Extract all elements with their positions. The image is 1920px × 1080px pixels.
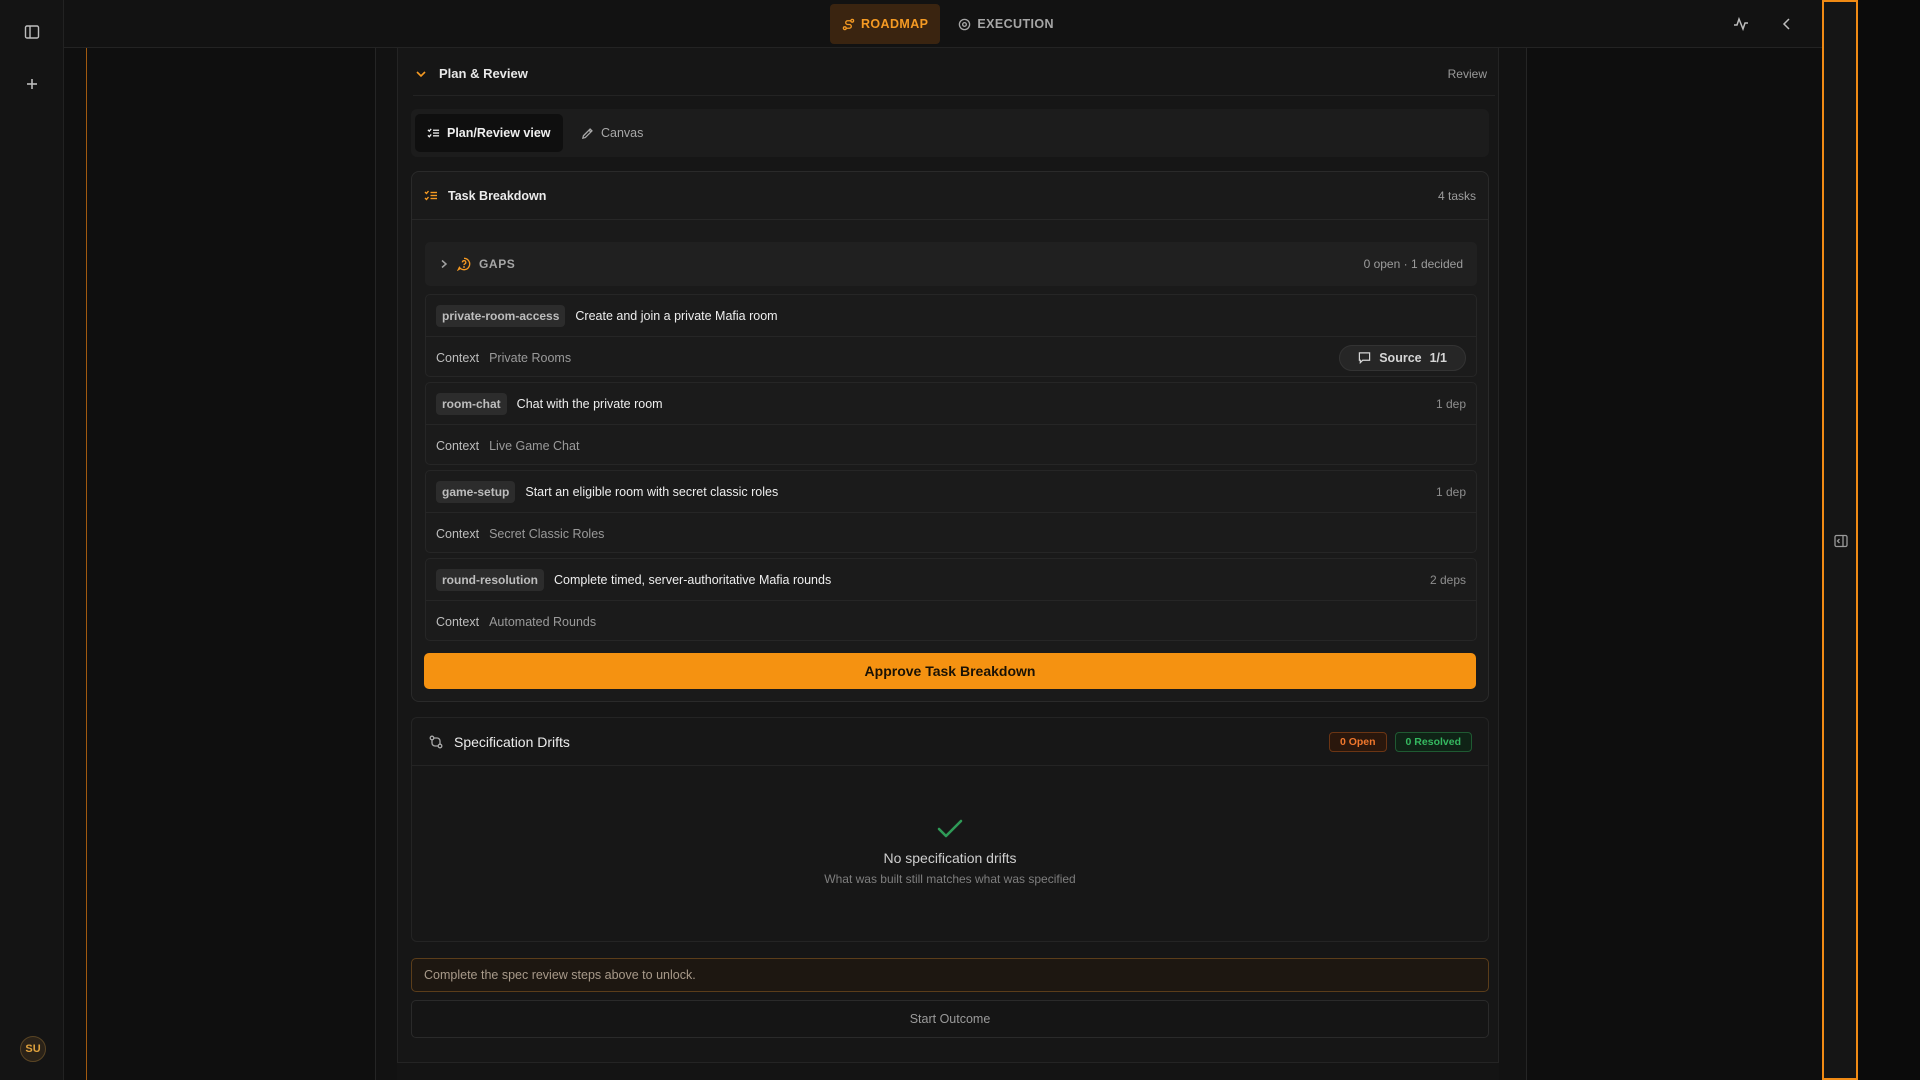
top-bar: ROADMAP EXECUTION [64, 0, 1822, 48]
context-value: Automated Rounds [489, 614, 597, 629]
approve-task-breakdown-button[interactable]: Approve Task Breakdown [424, 653, 1476, 689]
context-label: Context [436, 614, 480, 629]
gaps-label: GAPS [479, 257, 516, 271]
task-deps: 2 deps [1429, 572, 1466, 587]
source-label: Source [1379, 350, 1422, 365]
left-pane [64, 48, 375, 1080]
drifts-title: Specification Drifts [454, 733, 570, 750]
task-context-row: Context Private Rooms Source 1/1 [426, 337, 1476, 378]
panel-expand-icon[interactable] [1832, 532, 1850, 550]
task-context-row: Context Secret Classic Roles [426, 513, 1476, 554]
task-name: Chat with the private room [516, 396, 663, 411]
chevron-down-icon[interactable] [413, 66, 429, 82]
left-pane-divider [86, 48, 87, 1080]
execution-icon [958, 18, 971, 31]
task-deps: 1 dep [1435, 396, 1466, 411]
context-label: Context [436, 350, 480, 365]
plan-review-header[interactable]: Plan & Review Review [413, 52, 1495, 96]
start-outcome-button[interactable]: Start Outcome [411, 1000, 1489, 1038]
view-toggle: Plan/Review view Canvas [411, 109, 1489, 157]
git-compare-icon [428, 734, 444, 750]
task-row-header: private-room-access Create and join a pr… [426, 295, 1476, 337]
new-item-plus-icon[interactable] [16, 68, 48, 100]
task-id-pill: round-resolution [436, 568, 544, 591]
unlock-note: Complete the spec review steps above to … [411, 958, 1489, 992]
task-name: Create and join a private Mafia room [575, 308, 778, 323]
gaps-row[interactable]: GAPS 0 open · 1 decided [425, 242, 1477, 286]
specification-drifts-card: Specification Drifts 0 Open 0 Resolved N… [411, 717, 1489, 942]
comment-icon [1358, 351, 1371, 364]
empty-title: No specification drifts [883, 850, 1017, 866]
task-row-header: round-resolution Complete timed, server-… [426, 559, 1476, 601]
drifts-empty-state: No specification drifts What was built s… [412, 818, 1488, 886]
gaps-meta: 0 open · 1 decided [1363, 257, 1463, 271]
task-item-game-setup[interactable]: game-setup Start an eligible room with s… [425, 470, 1477, 553]
checklist-icon [427, 127, 440, 140]
canvas-button[interactable]: Canvas [569, 114, 655, 152]
activity-icon[interactable] [1729, 12, 1753, 36]
chevron-left-icon[interactable] [1775, 12, 1799, 36]
side-panel [1822, 0, 1858, 1080]
pencil-icon [581, 127, 594, 140]
avatar[interactable]: SU [20, 1036, 46, 1062]
next-section-edge [397, 1062, 1499, 1080]
task-deps: 1 dep [1435, 484, 1466, 499]
right-pane [1527, 48, 1822, 1080]
task-breakdown-card: Task Breakdown 4 tasks GAPS 0 open · 1 d… [411, 171, 1489, 702]
context-value: Secret Classic Roles [489, 526, 605, 541]
plan-review-view-label: Plan/Review view [447, 126, 551, 140]
task-id-pill: room-chat [436, 392, 507, 415]
context-value: Private Rooms [489, 350, 572, 365]
tab-roadmap-label: ROADMAP [861, 17, 929, 31]
sidebar-toggle-icon[interactable] [16, 16, 48, 48]
task-row-header: game-setup Start an eligible room with s… [426, 471, 1476, 513]
task-context-row: Context Live Game Chat [426, 425, 1476, 466]
tab-execution[interactable]: EXECUTION [946, 4, 1066, 44]
context-label: Context [436, 526, 480, 541]
task-item-private-room-access[interactable]: private-room-access Create and join a pr… [425, 294, 1477, 377]
drifts-header: Specification Drifts 0 Open 0 Resolved [412, 718, 1488, 766]
context-value: Live Game Chat [489, 438, 580, 453]
task-breakdown-title: Task Breakdown [448, 188, 547, 203]
tab-execution-label: EXECUTION [977, 17, 1054, 31]
far-right-area [1858, 0, 1920, 1080]
plan-review-title: Plan & Review [439, 66, 528, 81]
empty-subtitle: What was built still matches what was sp… [824, 872, 1076, 886]
task-breakdown-header: Task Breakdown 4 tasks [412, 172, 1488, 220]
resolved-badge: 0 Resolved [1394, 731, 1472, 752]
mode-tabs: ROADMAP EXECUTION [830, 4, 1066, 44]
plan-review-view-button[interactable]: Plan/Review view [415, 114, 563, 152]
task-id-pill: private-room-access [436, 304, 566, 327]
context-label: Context [436, 438, 480, 453]
chevron-right-icon[interactable] [439, 259, 449, 269]
task-list-icon [424, 189, 438, 203]
tab-roadmap[interactable]: ROADMAP [830, 4, 941, 44]
check-icon [412, 818, 1488, 840]
task-count: 4 tasks [1437, 188, 1476, 203]
source-button[interactable]: Source 1/1 [1339, 344, 1466, 371]
task-context-row: Context Automated Rounds [426, 601, 1476, 642]
task-item-room-chat[interactable]: room-chat Chat with the private room 1 d… [425, 382, 1477, 465]
open-badge: 0 Open [1328, 731, 1387, 752]
question-bubble-icon [457, 257, 471, 271]
task-item-round-resolution[interactable]: round-resolution Complete timed, server-… [425, 558, 1477, 641]
review-label: Review [1447, 66, 1487, 81]
task-name: Start an eligible room with secret class… [525, 484, 779, 499]
task-row-header: room-chat Chat with the private room 1 d… [426, 383, 1476, 425]
roadmap-icon [842, 18, 855, 31]
task-id-pill: game-setup [436, 480, 516, 503]
source-count: 1/1 [1429, 350, 1447, 365]
task-name: Complete timed, server-authoritative Maf… [554, 572, 832, 587]
left-rail: SU [0, 0, 64, 1080]
app-window: SU ROADMAP EXECUTION Plan & Review Revie… [0, 0, 1920, 1080]
canvas-label: Canvas [601, 126, 644, 140]
